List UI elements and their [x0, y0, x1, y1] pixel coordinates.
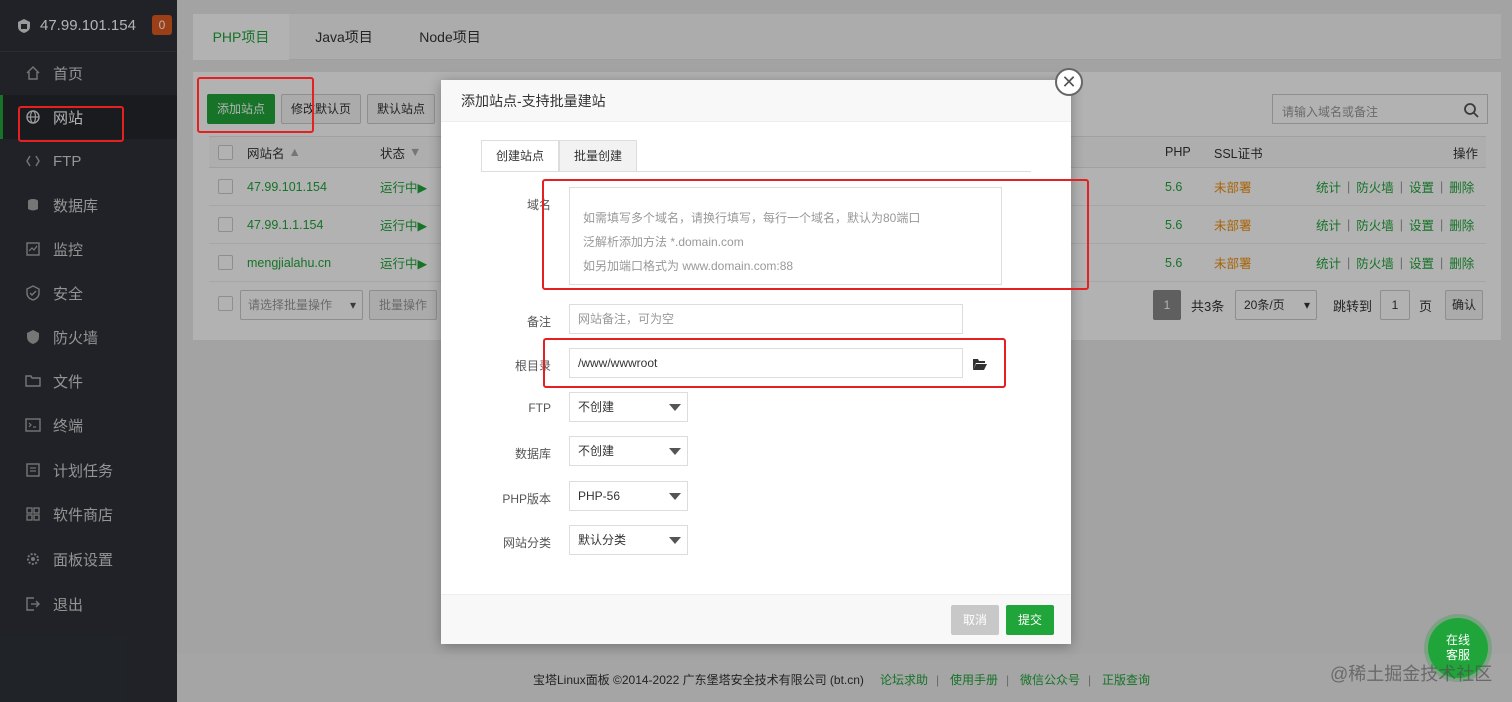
php-version-label: PHP版本: [502, 492, 551, 506]
category-select[interactable]: 默认分类: [569, 525, 688, 555]
database-select[interactable]: 不创建: [569, 436, 688, 466]
highlight-domain-field: [542, 179, 1089, 290]
category-value: 默认分类: [578, 533, 627, 547]
caret-down-icon: [669, 537, 681, 544]
close-dialog-button[interactable]: ✕: [1055, 68, 1083, 96]
domain-label: 域名: [526, 198, 551, 212]
ftp-label: FTP: [528, 401, 551, 415]
highlight-root-dir: [543, 338, 1006, 388]
caret-down-icon: [669, 493, 681, 500]
category-label: 网站分类: [502, 536, 551, 550]
root-dir-label: 根目录: [514, 359, 551, 373]
close-icon: ✕: [1061, 71, 1077, 92]
watermark-text: @稀土掘金技术社区: [1330, 664, 1493, 684]
database-label: 数据库: [514, 447, 551, 461]
tab-create-site[interactable]: 创建站点: [481, 140, 559, 172]
highlight-website-menu: [18, 106, 124, 142]
ftp-select[interactable]: 不创建: [569, 392, 688, 422]
submit-button[interactable]: 提交: [1006, 605, 1054, 635]
dialog-footer: 取消 提交: [441, 594, 1071, 644]
tab-batch-create[interactable]: 批量创建: [559, 140, 637, 172]
remark-input[interactable]: 网站备注，可为空: [569, 304, 963, 334]
cancel-button[interactable]: 取消: [951, 605, 999, 635]
highlight-add-site: [197, 77, 314, 133]
caret-down-icon: [669, 404, 681, 411]
database-select-value: 不创建: [578, 444, 615, 458]
php-version-value: PHP-56: [578, 489, 621, 503]
ftp-select-value: 不创建: [578, 400, 615, 414]
caret-down-icon: [669, 448, 681, 455]
service-line: 在线: [1445, 633, 1470, 647]
remark-label: 备注: [526, 315, 551, 329]
dialog-title: 添加站点-支持批量建站: [441, 80, 1071, 122]
tab-divider: [481, 171, 1031, 172]
php-version-select[interactable]: PHP-56: [569, 481, 688, 511]
